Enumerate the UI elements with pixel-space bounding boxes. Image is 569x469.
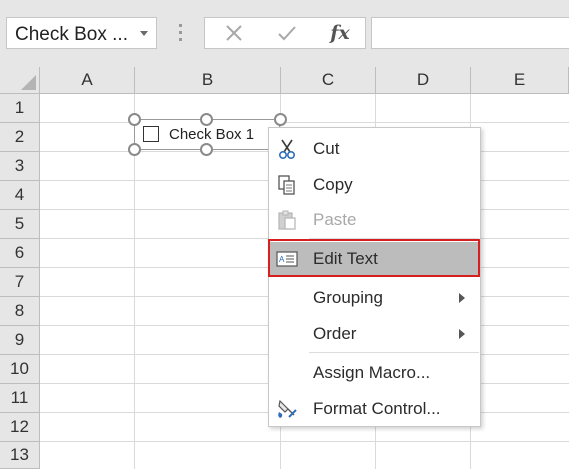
name-box-value: Check Box ... <box>15 24 128 45</box>
row-header-1[interactable]: 1 <box>0 94 40 123</box>
formula-buttons: fx <box>204 17 366 49</box>
chevron-right-icon <box>459 329 465 339</box>
context-menu: Cut Copy Paste A Edit Text Grouping Orde… <box>268 127 481 427</box>
row-header-9[interactable]: 9 <box>0 326 40 355</box>
menu-label-cut: Cut <box>313 139 340 158</box>
formula-input[interactable] <box>371 17 569 49</box>
row-header-12[interactable]: 12 <box>0 413 40 442</box>
copy-icon <box>278 175 295 195</box>
menu-label-edit-text: Edit Text <box>313 249 378 268</box>
row-header-7[interactable]: 7 <box>0 268 40 297</box>
menu-label-paste: Paste <box>313 210 357 229</box>
row-header-10[interactable]: 10 <box>0 355 40 384</box>
row-header-13[interactable]: 13 <box>0 442 40 469</box>
select-all-corner[interactable] <box>0 67 40 94</box>
resize-handle-bottom-left[interactable] <box>128 143 141 156</box>
menu-separator <box>309 352 479 353</box>
checkbox[interactable] <box>143 126 159 142</box>
cancel-button[interactable] <box>209 18 259 48</box>
column-header-c[interactable]: C <box>281 67 376 94</box>
drag-handle-icon[interactable] <box>179 24 182 42</box>
column-header-b[interactable]: B <box>135 67 281 94</box>
menu-item-assign-macro[interactable]: Assign Macro... <box>270 356 479 390</box>
menu-item-edit-text[interactable]: A Edit Text <box>270 242 479 276</box>
menu-label-copy: Copy <box>313 175 353 194</box>
resize-handle-top-right[interactable] <box>274 113 287 126</box>
checkmark-icon <box>278 26 296 41</box>
menu-label-format-control: Format Control... <box>313 399 441 418</box>
formula-bar-area: Check Box ... fx <box>0 0 569 68</box>
menu-separator <box>309 238 479 239</box>
gridline <box>40 441 569 442</box>
row-header-3[interactable]: 3 <box>0 152 40 181</box>
format-control-icon <box>278 399 297 418</box>
name-box[interactable]: Check Box ... <box>6 17 157 49</box>
checkbox-label: Check Box 1 <box>169 126 255 143</box>
menu-item-paste[interactable]: Paste <box>270 203 479 237</box>
row-header-6[interactable]: 6 <box>0 239 40 268</box>
menu-item-cut[interactable]: Cut <box>270 132 479 166</box>
column-header-a[interactable]: A <box>40 67 135 94</box>
svg-text:A: A <box>279 255 285 264</box>
insert-function-button[interactable]: fx <box>315 18 365 48</box>
column-header-d[interactable]: D <box>376 67 471 94</box>
resize-handle-top-left[interactable] <box>128 113 141 126</box>
row-header-8[interactable]: 8 <box>0 297 40 326</box>
gridline <box>40 122 569 123</box>
column-header-e[interactable]: E <box>471 67 569 94</box>
row-header-4[interactable]: 4 <box>0 181 40 210</box>
edit-text-icon: A <box>276 251 298 267</box>
row-header-2[interactable]: 2 <box>0 123 40 152</box>
chevron-right-icon <box>459 293 465 303</box>
paste-icon <box>278 210 296 230</box>
menu-label-grouping: Grouping <box>313 288 383 307</box>
chevron-down-icon[interactable] <box>140 31 148 36</box>
menu-item-copy[interactable]: Copy <box>270 168 479 202</box>
menu-item-grouping[interactable]: Grouping <box>270 281 479 315</box>
fx-label: fx <box>330 22 350 44</box>
menu-label-order: Order <box>313 324 357 343</box>
x-icon <box>226 25 242 41</box>
row-header-5[interactable]: 5 <box>0 210 40 239</box>
scissors-icon <box>278 139 296 160</box>
menu-item-format-control[interactable]: Format Control... <box>270 392 479 426</box>
row-header-11[interactable]: 11 <box>0 384 40 413</box>
resize-handle-top[interactable] <box>200 113 213 126</box>
resize-handle-bottom[interactable] <box>200 143 213 156</box>
enter-button[interactable] <box>262 18 312 48</box>
menu-item-order[interactable]: Order <box>270 317 479 351</box>
menu-label-assign-macro: Assign Macro... <box>313 363 431 382</box>
